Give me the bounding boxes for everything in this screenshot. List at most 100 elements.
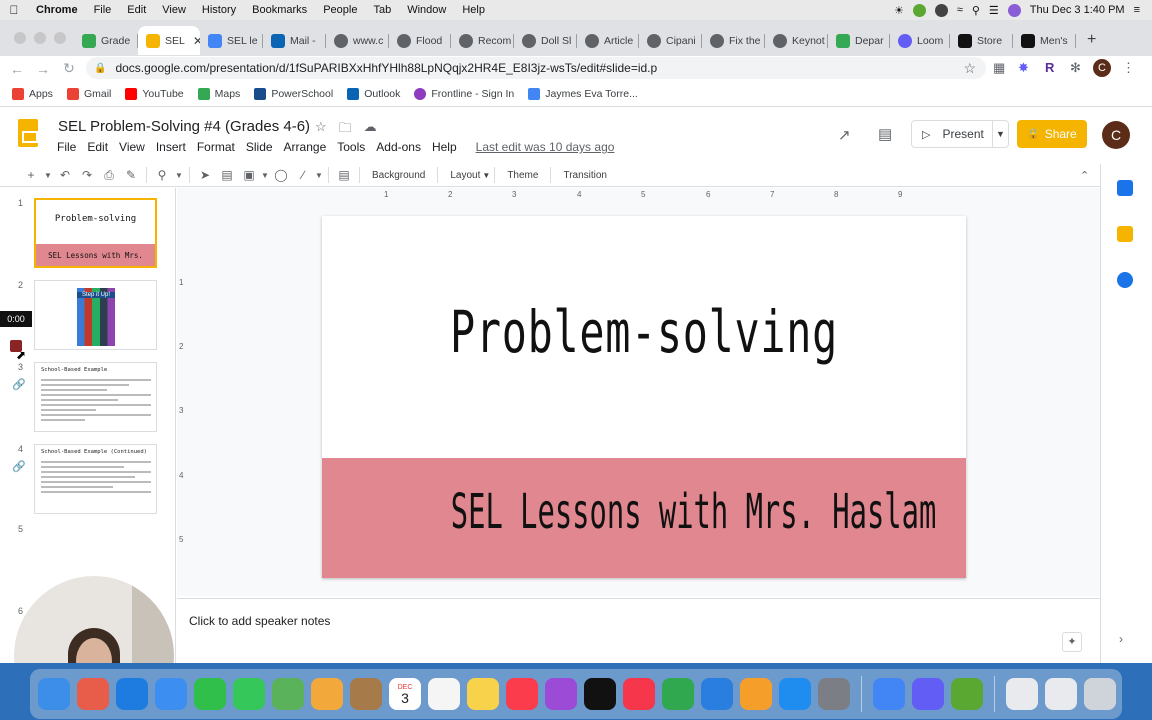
siri-icon[interactable] [1007, 3, 1021, 17]
menu-file[interactable]: File [57, 140, 76, 154]
dock-messages-icon[interactable] [233, 678, 265, 710]
bookmark-gmail[interactable]: Gmail [66, 87, 111, 100]
slide-thumbnail-2[interactable] [34, 280, 157, 350]
clock[interactable]: Thu Dec 3 1:40 PM [1030, 4, 1125, 16]
more-menu-icon[interactable]: ⋮ [1122, 60, 1135, 76]
menu-slide[interactable]: Slide [246, 140, 273, 154]
slides-logo-icon[interactable] [18, 119, 38, 147]
present-button[interactable]: ▷ Present ▼ [911, 120, 1009, 148]
extension-icon[interactable] [934, 3, 948, 17]
dock-calendar-icon[interactable]: DEC 3 [389, 678, 421, 710]
expand-panel-icon[interactable]: › [1119, 632, 1123, 646]
slide-thumbnail-3[interactable]: School-Based Example [34, 362, 157, 432]
comment-icon[interactable]: ▤ [878, 125, 892, 143]
calendar-icon[interactable] [1117, 180, 1133, 196]
tasks-icon[interactable] [1117, 272, 1133, 288]
star-icon[interactable]: ☆ [315, 119, 327, 141]
dock-podcasts-icon[interactable] [545, 678, 577, 710]
activity-trend-icon[interactable]: ↗ [838, 126, 851, 144]
browser-tab[interactable]: Men's [1013, 26, 1076, 55]
menu-tools[interactable]: Tools [337, 140, 365, 154]
current-slide[interactable]: Problem-solving SEL Lessons with Mrs. Ha… [322, 216, 966, 578]
browser-tab-active[interactable]: SEL ✕ [138, 26, 200, 55]
select-cursor-icon[interactable]: ➤ [194, 164, 216, 186]
slide-subtitle-band[interactable]: SEL Lessons with Mrs. Haslam [322, 458, 966, 578]
dock-news-icon[interactable] [623, 678, 655, 710]
dock-finder-icon[interactable] [38, 678, 70, 710]
present-dropdown-icon[interactable]: ▼ [992, 121, 1008, 147]
dock-photos-icon[interactable] [311, 678, 343, 710]
menu-arrange[interactable]: Arrange [284, 140, 327, 154]
dock-system-preferences-icon[interactable] [818, 678, 850, 710]
menu-file[interactable]: File [86, 4, 120, 16]
dock-chrome-icon[interactable] [873, 678, 905, 710]
menu-bookmarks[interactable]: Bookmarks [244, 4, 315, 16]
back-arrow-icon[interactable]: ← [4, 61, 30, 77]
bookmark-frontline[interactable]: Frontline - Sign In [414, 87, 514, 100]
dock-loom-icon[interactable] [912, 678, 944, 710]
dock-music-icon[interactable] [506, 678, 538, 710]
slide-thumbnail-4[interactable]: School-Based Example (Continued) [34, 444, 157, 514]
background-button[interactable]: Background [364, 170, 433, 181]
print-icon[interactable]: ⎙ [98, 164, 120, 186]
line-dropdown-icon[interactable]: ▼ [314, 164, 324, 186]
menu-insert[interactable]: Insert [156, 140, 186, 154]
browser-tab[interactable]: www.c [326, 26, 389, 55]
menu-window[interactable]: Window [399, 4, 454, 16]
cloud-status-icon[interactable]: ☁ [364, 119, 377, 141]
menu-list-icon[interactable]: ≡ [1134, 4, 1140, 16]
account-avatar[interactable]: C [1102, 121, 1130, 149]
browser-tab[interactable]: Recom [451, 26, 514, 55]
browser-tab[interactable]: Cipani [639, 26, 702, 55]
menu-view[interactable]: View [154, 4, 194, 16]
apple-icon[interactable]:  [0, 3, 28, 17]
dock-maps-icon[interactable] [272, 678, 304, 710]
menu-format[interactable]: Format [197, 140, 235, 154]
link-icon[interactable]: 🔗 [12, 460, 26, 473]
dock-trash-icon[interactable] [1084, 678, 1116, 710]
new-slide-icon[interactable]: + [20, 164, 42, 186]
share-button[interactable]: 🔒 Share [1017, 120, 1087, 148]
grammarly-icon[interactable] [912, 3, 926, 17]
dock-reminders-icon[interactable] [428, 678, 460, 710]
paint-format-icon[interactable]: ✎ [120, 164, 142, 186]
layout-dropdown-icon[interactable]: ▼ [482, 171, 490, 180]
bookmark-maps[interactable]: Maps [197, 87, 240, 100]
dock-notes-icon[interactable] [467, 678, 499, 710]
grid-extension-icon[interactable]: ▦ [993, 60, 1005, 76]
profile-avatar[interactable]: C [1093, 59, 1111, 77]
address-bar[interactable]: 🔒 docs.google.com/presentation/d/1fSuPAR… [86, 57, 986, 79]
dock-contacts-icon[interactable] [350, 678, 382, 710]
dock-pages-icon[interactable] [740, 678, 772, 710]
menu-view[interactable]: View [119, 140, 145, 154]
r-extension-icon[interactable]: R [1045, 60, 1054, 75]
menu-help[interactable]: Help [454, 4, 493, 16]
bookmark-outlook[interactable]: Outlook [347, 87, 400, 100]
link-icon[interactable]: 🔗 [12, 378, 26, 391]
browser-tab[interactable]: Flood [389, 26, 451, 55]
close-window-button[interactable] [14, 32, 26, 44]
bookmark-powerschool[interactable]: PowerSchool [254, 87, 333, 100]
last-edit-link[interactable]: Last edit was 10 days ago [476, 140, 615, 154]
menu-tab[interactable]: Tab [365, 4, 399, 16]
explore-icon[interactable]: ✦ [1062, 632, 1082, 652]
bookmark-apps[interactable]: Apps [12, 87, 53, 100]
new-slide-dropdown-icon[interactable]: ▼ [42, 164, 54, 186]
dock-launchpad-icon[interactable] [77, 678, 109, 710]
new-tab-button[interactable]: + [1087, 31, 1096, 49]
text-box-icon[interactable]: ▤ [216, 164, 238, 186]
image-icon[interactable]: ▣ [238, 164, 260, 186]
menu-edit[interactable]: Edit [119, 4, 154, 16]
dock-safari-icon[interactable] [116, 678, 148, 710]
close-tab-icon[interactable]: ✕ [193, 34, 200, 48]
browser-tab[interactable]: Fix the [702, 26, 765, 55]
slide-title[interactable]: Problem-solving [412, 298, 876, 366]
zoom-window-button[interactable] [54, 32, 66, 44]
browser-tab[interactable]: Keynot [765, 26, 828, 55]
forward-arrow-icon[interactable]: → [30, 61, 56, 77]
zoom-dropdown-icon[interactable]: ▼ [173, 164, 185, 186]
dock-keynote-icon[interactable] [701, 678, 733, 710]
browser-tab[interactable]: Article [577, 26, 639, 55]
browser-tab[interactable]: Mail - [263, 26, 326, 55]
search-icon[interactable]: ⚲ [972, 4, 980, 17]
